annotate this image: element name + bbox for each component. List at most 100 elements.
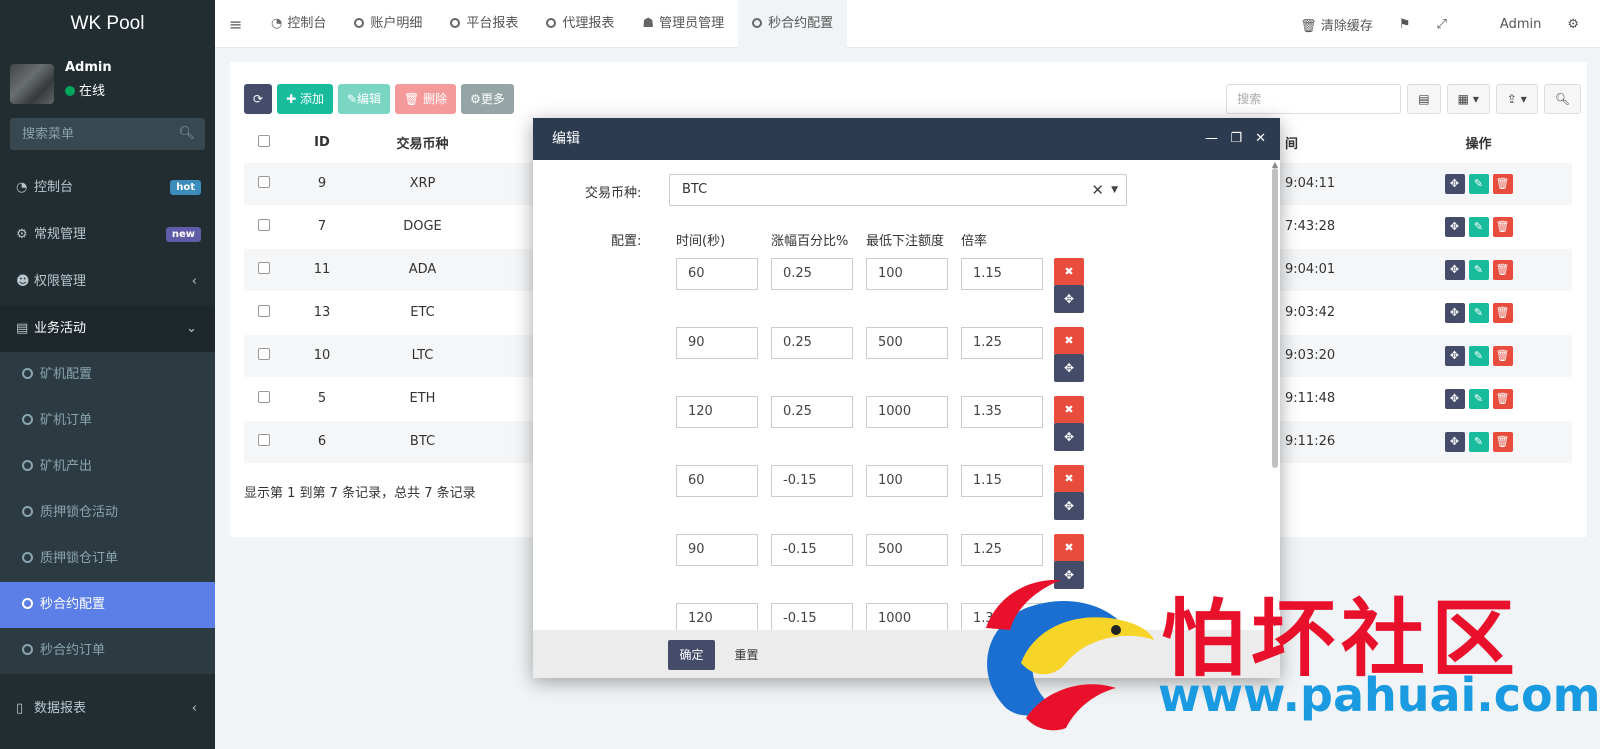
reset-button[interactable]: 重置 <box>723 640 770 670</box>
percent-input[interactable]: 0.25 <box>771 258 853 290</box>
table-search-input[interactable]: 搜索 <box>1226 84 1402 114</box>
min-bet-input[interactable]: 1000 <box>866 603 948 630</box>
remove-row-button[interactable]: ✖ <box>1054 258 1084 286</box>
sidebar-item-reports[interactable]: ▯ 数据报表 ‹ <box>0 685 215 732</box>
drag-button[interactable]: ✥ <box>1444 259 1465 280</box>
percent-input[interactable]: -0.15 <box>771 603 853 630</box>
header-id[interactable]: ID <box>284 124 360 162</box>
drag-button[interactable]: ✥ <box>1444 388 1465 409</box>
tab-agent-report[interactable]: 代理报表 <box>532 0 628 48</box>
edit-button[interactable]: ✎编辑 <box>337 84 391 114</box>
row-delete-button[interactable]: 🗑︎ <box>1492 302 1513 323</box>
row-delete-button[interactable]: 🗑︎ <box>1492 345 1513 366</box>
min-bet-input[interactable]: 500 <box>866 327 948 359</box>
checkbox[interactable] <box>258 304 270 317</box>
min-bet-input[interactable]: 100 <box>866 258 948 290</box>
time-input[interactable]: 120 <box>676 396 758 428</box>
tab-contract-config[interactable]: 秒合约配置 <box>738 0 848 48</box>
admin-menu[interactable]: Admin <box>1500 17 1541 32</box>
clear-icon[interactable]: ✕ <box>1091 175 1104 205</box>
rate-input[interactable]: 1.15 <box>961 258 1043 290</box>
rate-input[interactable]: 1.25 <box>961 327 1043 359</box>
row-edit-button[interactable]: ✎ <box>1468 431 1489 452</box>
percent-input[interactable]: -0.15 <box>771 465 853 497</box>
more-button[interactable]: ⚙更多 <box>461 84 514 114</box>
row-edit-button[interactable]: ✎ <box>1468 302 1489 323</box>
drag-button[interactable]: ✥ <box>1444 216 1465 237</box>
sidebar-item-permissions[interactable]: ☻ 权限管理 ‹ <box>0 258 215 305</box>
checkbox[interactable] <box>258 347 270 360</box>
maximize-icon[interactable]: ❐ <box>1230 118 1242 160</box>
header-coin[interactable]: 交易币种 <box>360 124 485 162</box>
row-edit-button[interactable]: ✎ <box>1468 173 1489 194</box>
sidebar-item-staking-orders[interactable]: 质押锁仓订单 <box>0 536 215 582</box>
scroll-down-icon[interactable]: ▼ <box>1272 619 1278 628</box>
rate-input[interactable]: 1.25 <box>961 534 1043 566</box>
drag-row-button[interactable]: ✥ <box>1054 561 1084 589</box>
remove-row-button[interactable]: ✖ <box>1054 396 1084 424</box>
menu-toggle-icon[interactable]: ≡ <box>229 15 242 34</box>
sidebar-search-input[interactable] <box>10 118 205 150</box>
checkbox[interactable] <box>258 218 270 231</box>
header-checkbox[interactable] <box>244 124 284 162</box>
coin-select[interactable]: BTC ✕ ▼ <box>669 174 1127 206</box>
checkbox[interactable] <box>258 175 270 188</box>
drag-row-button[interactable]: ✥ <box>1054 492 1084 520</box>
row-checkbox[interactable] <box>244 247 284 291</box>
language-icon[interactable]: ⚑ <box>1399 17 1411 32</box>
checkbox[interactable] <box>258 390 270 403</box>
sidebar-item-staking-activity[interactable]: 质押锁仓活动 <box>0 490 215 536</box>
fullscreen-icon[interactable]: ⤢ <box>1437 17 1447 32</box>
drag-button[interactable]: ✥ <box>1444 173 1465 194</box>
time-input[interactable]: 90 <box>676 327 758 359</box>
sidebar-item-contract-config[interactable]: 秒合约配置 <box>0 582 215 628</box>
drag-row-button[interactable]: ✥ <box>1054 423 1084 451</box>
time-input[interactable]: 60 <box>676 258 758 290</box>
row-delete-button[interactable]: 🗑︎ <box>1492 259 1513 280</box>
drag-button[interactable]: ✥ <box>1444 302 1465 323</box>
remove-row-button[interactable]: ✖ <box>1054 327 1084 355</box>
header-time[interactable]: 间 <box>1285 124 1385 162</box>
min-bet-input[interactable]: 100 <box>866 465 948 497</box>
drag-row-button[interactable]: ✥ <box>1054 285 1084 313</box>
tab-platform-report[interactable]: 平台报表 <box>436 0 532 48</box>
min-bet-input[interactable]: 500 <box>866 534 948 566</box>
time-input[interactable]: 120 <box>676 603 758 630</box>
sidebar-item-business[interactable]: ▤ 业务活动 ⌄ <box>0 305 215 352</box>
advanced-search-button[interactable]: 🔍︎ <box>1543 84 1581 114</box>
sidebar-item-general[interactable]: ⚙ 常规管理 new <box>0 211 215 258</box>
percent-input[interactable]: -0.15 <box>771 534 853 566</box>
scrollbar[interactable] <box>1272 168 1278 468</box>
close-icon[interactable]: ✕ <box>1255 118 1266 160</box>
checkbox[interactable] <box>258 261 270 274</box>
checkbox[interactable] <box>258 134 270 147</box>
columns-button[interactable]: ▦ ▾ <box>1446 84 1490 114</box>
row-checkbox[interactable] <box>244 161 284 205</box>
add-button[interactable]: ✚ 添加 <box>277 84 333 114</box>
checkbox[interactable] <box>258 433 270 446</box>
drag-button[interactable]: ✥ <box>1444 431 1465 452</box>
row-checkbox[interactable] <box>244 204 284 248</box>
row-checkbox[interactable] <box>244 333 284 377</box>
toggle-view-button[interactable]: ▤ <box>1407 84 1441 114</box>
row-edit-button[interactable]: ✎ <box>1468 259 1489 280</box>
tab-admin-management[interactable]: ☗ 管理员管理 <box>628 0 738 48</box>
remove-row-button[interactable]: ✖ <box>1054 534 1084 562</box>
sidebar-item-miner-output[interactable]: 矿机产出 <box>0 444 215 490</box>
row-delete-button[interactable]: 🗑︎ <box>1492 388 1513 409</box>
percent-input[interactable]: 0.25 <box>771 327 853 359</box>
rate-input[interactable]: 1.35 <box>961 603 1043 630</box>
row-checkbox[interactable] <box>244 419 284 463</box>
sidebar-item-contract-orders[interactable]: 秒合约订单 <box>0 628 215 674</box>
row-checkbox[interactable] <box>244 290 284 334</box>
refresh-button[interactable]: ⟳ <box>244 84 273 114</box>
remove-row-button[interactable]: ✖ <box>1054 603 1084 630</box>
sidebar-item-dashboard[interactable]: ◔ 控制台 hot <box>0 164 215 211</box>
sidebar-item-miner-orders[interactable]: 矿机订单 <box>0 398 215 444</box>
export-button[interactable]: ⇪ ▾ <box>1495 84 1538 114</box>
search-icon[interactable]: 🔍︎ <box>178 126 195 141</box>
row-delete-button[interactable]: 🗑︎ <box>1492 431 1513 452</box>
row-edit-button[interactable]: ✎ <box>1468 345 1489 366</box>
delete-button[interactable]: 🗑︎ 删除 <box>395 84 457 114</box>
rate-input[interactable]: 1.15 <box>961 465 1043 497</box>
